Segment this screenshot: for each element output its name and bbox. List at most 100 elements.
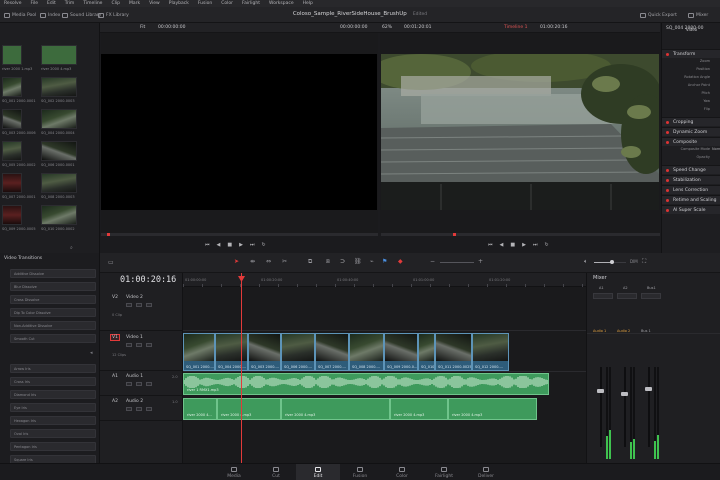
- menu-item-5[interactable]: Clip: [111, 1, 120, 6]
- selection-tool-icon[interactable]: ➤: [234, 258, 239, 265]
- inspector-section[interactable]: AI Super Scale: [662, 205, 720, 214]
- source-scrubber[interactable]: [101, 233, 378, 236]
- effect-item[interactable]: Additive Dissolve: [10, 269, 96, 278]
- insert-clip-icon[interactable]: ⧉: [308, 258, 312, 266]
- audio-1-clip[interactable]: river 1 RMX1.mp3: [183, 373, 549, 395]
- overwrite-clip-icon[interactable]: ⧈: [326, 258, 330, 266]
- skip-forward-icon[interactable]: ⏭: [250, 242, 255, 248]
- page-tab-fairlight[interactable]: Fairlight: [422, 464, 466, 480]
- quick-export-button[interactable]: Quick Export: [640, 11, 677, 19]
- flag-icon[interactable]: ⚑: [382, 258, 387, 265]
- video-clip[interactable]: SQ_008 2000-...: [349, 333, 384, 371]
- timeline-scrubber[interactable]: [381, 233, 660, 236]
- video-clip[interactable]: SQ_010 2000-...: [418, 333, 435, 371]
- inspector-section[interactable]: Composite: [662, 137, 720, 146]
- video-clip[interactable]: SQ_001 2000-...: [183, 333, 215, 371]
- menu-item-1[interactable]: File: [30, 1, 38, 6]
- stop-icon[interactable]: ■: [227, 242, 232, 248]
- media-thumbnail[interactable]: [41, 45, 77, 65]
- skip-back-icon[interactable]: ⏮: [205, 242, 210, 248]
- section-enable-icon[interactable]: [666, 140, 669, 144]
- mute-icon[interactable]: [146, 382, 152, 386]
- lock-track-icon[interactable]: [126, 303, 132, 307]
- media-thumbnail[interactable]: [2, 141, 22, 161]
- skip-back-icon[interactable]: ⏮: [488, 242, 493, 248]
- menu-item-2[interactable]: Edit: [47, 1, 56, 6]
- page-tab-media[interactable]: Media: [212, 464, 256, 480]
- video-clip[interactable]: SQ_012 2000-...: [472, 333, 509, 371]
- inspector-section[interactable]: Cropping: [662, 117, 720, 126]
- section-enable-icon[interactable]: [666, 52, 669, 56]
- menu-item-6[interactable]: Mark: [129, 1, 140, 6]
- play-reverse-icon[interactable]: ◀: [217, 242, 221, 248]
- zoom-in-icon[interactable]: +: [478, 258, 483, 265]
- mute-icon[interactable]: [146, 407, 152, 411]
- section-enable-icon[interactable]: [666, 130, 669, 134]
- channel-fader[interactable]: [621, 392, 628, 397]
- inspector-section[interactable]: Lens Correction: [662, 185, 720, 194]
- loop-icon[interactable]: ↻: [261, 242, 265, 248]
- track-enable-icon[interactable]: [146, 343, 152, 347]
- page-tab-fusion[interactable]: Fusion: [338, 464, 382, 480]
- mixer-button[interactable]: Mixer: [688, 11, 708, 19]
- effect-item[interactable]: Blur Dissolve: [10, 282, 96, 291]
- auto-select-icon[interactable]: [136, 303, 142, 307]
- section-enable-icon[interactable]: [666, 198, 669, 202]
- position-lock-icon[interactable]: ⌁: [370, 258, 374, 265]
- track-header-v2[interactable]: V2 Video 2 0 Clip: [100, 291, 183, 331]
- effects-category[interactable]: Video Transitions: [4, 256, 42, 261]
- skip-forward-icon[interactable]: ⏭: [533, 242, 538, 248]
- effect-item[interactable]: Diamond Iris: [10, 390, 96, 399]
- speaker-icon[interactable]: 🔈︎: [584, 258, 588, 266]
- mixer-input-select[interactable]: [641, 293, 661, 299]
- zoom-slider[interactable]: [440, 262, 474, 263]
- track-header-a1[interactable]: A1 Audio 1 2.0: [100, 371, 183, 396]
- inspector-section[interactable]: Dynamic Zoom: [662, 127, 720, 136]
- menu-item-3[interactable]: Trim: [65, 1, 75, 6]
- blade-tool-icon[interactable]: ✂: [282, 258, 287, 265]
- menu-item-8[interactable]: Playback: [169, 1, 189, 6]
- stop-icon[interactable]: ■: [510, 242, 515, 248]
- effect-item[interactable]: Oval Iris: [10, 429, 96, 438]
- fullscreen-icon[interactable]: ⛶: [642, 258, 646, 266]
- dynamic-trim-icon[interactable]: ⇔: [266, 258, 271, 265]
- page-tab-edit[interactable]: Edit: [296, 464, 340, 480]
- menu-item-10[interactable]: Color: [221, 1, 233, 6]
- lock-track-icon[interactable]: [126, 343, 132, 347]
- channel-fader[interactable]: [645, 387, 652, 392]
- menu-item-7[interactable]: View: [149, 1, 160, 6]
- media-thumbnail[interactable]: [41, 205, 77, 225]
- inspector-section[interactable]: Retime and Scaling: [662, 195, 720, 204]
- effect-item[interactable]: Eye Iris: [10, 403, 96, 412]
- track-header-a2[interactable]: A2 Audio 2 1.0: [100, 396, 183, 421]
- timeline-ruler[interactable]: 01:00:00:00 01:00:20:00 01:00:40:00 01:01:0…: [183, 273, 586, 287]
- solo-icon[interactable]: [136, 382, 142, 386]
- media-thumbnail[interactable]: [2, 45, 22, 65]
- source-playhead[interactable]: [107, 233, 110, 236]
- playhead[interactable]: [241, 273, 242, 463]
- play-icon[interactable]: ▶: [239, 242, 243, 248]
- page-tab-deliver[interactable]: Deliver: [464, 464, 508, 480]
- inspector-section[interactable]: Speed Change: [662, 165, 720, 174]
- track-enable-icon[interactable]: [146, 303, 152, 307]
- audio-2-clip[interactable]: river 2000 4.mp3: [281, 398, 390, 420]
- trim-tool-icon[interactable]: ⇹: [250, 258, 255, 265]
- marker-icon[interactable]: ◆: [398, 258, 403, 265]
- loop-icon[interactable]: ↻: [544, 242, 548, 248]
- video-clip[interactable]: SQ_003 2000-...: [248, 333, 281, 371]
- effect-item[interactable]: Non-Additive Dissolve: [10, 321, 96, 330]
- effect-item[interactable]: Hexagon Iris: [10, 416, 96, 425]
- page-tab-cut[interactable]: Cut: [254, 464, 298, 480]
- media-thumbnail[interactable]: [2, 205, 22, 225]
- viewer-fit-select[interactable]: Fit: [140, 25, 145, 30]
- menu-item-12[interactable]: Workspace: [269, 1, 294, 6]
- effect-item[interactable]: Cross Iris: [10, 377, 96, 386]
- timeline-viewer-playhead[interactable]: [453, 233, 456, 236]
- media-thumbnail[interactable]: [41, 173, 77, 193]
- media-thumbnail[interactable]: [41, 77, 77, 97]
- video-clip[interactable]: SQ_007 2000-...: [315, 333, 349, 371]
- section-enable-icon[interactable]: [666, 188, 669, 192]
- track-header-v1[interactable]: V1 Video 1 12 Clips: [100, 331, 183, 371]
- zoom-select[interactable]: 62%: [382, 25, 392, 30]
- media-thumbnail[interactable]: [41, 141, 77, 161]
